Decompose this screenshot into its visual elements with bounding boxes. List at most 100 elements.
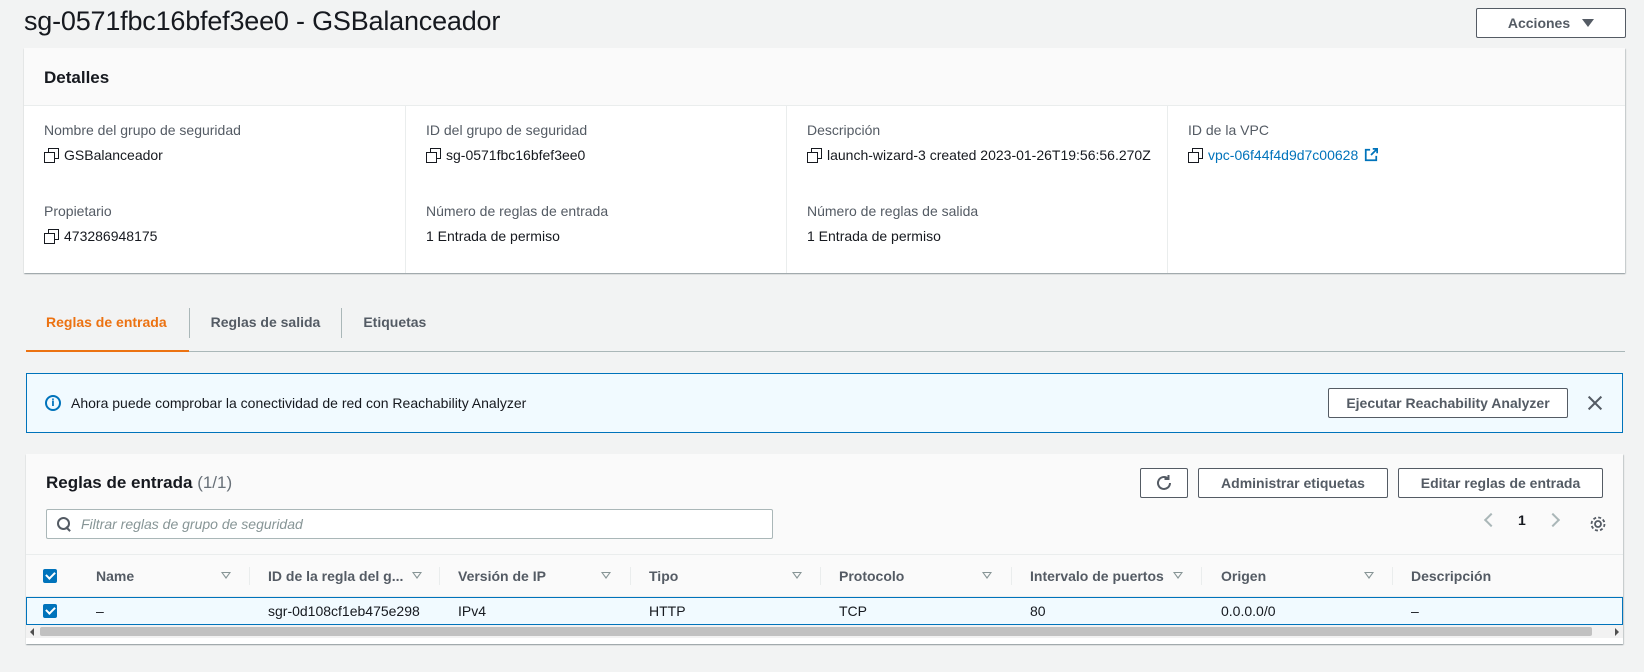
field-sg-id: ID del grupo de seguridad sg-0571fbc16bf… (426, 122, 587, 163)
actions-label: Acciones (1507, 15, 1571, 31)
sort-icon[interactable] (982, 572, 992, 579)
sort-icon[interactable] (412, 572, 422, 579)
sort-icon[interactable] (792, 572, 802, 579)
run-reachability-analyzer-button[interactable]: Ejecutar Reachability Analyzer (1328, 388, 1568, 418)
field-value: 1 Entrada de permiso (807, 228, 941, 244)
select-all-checkbox[interactable] (43, 569, 57, 583)
copy-icon[interactable] (1188, 148, 1203, 163)
sort-icon[interactable] (1364, 572, 1374, 579)
column-header-protocol[interactable]: Protocolo (839, 555, 979, 597)
refresh-button[interactable] (1140, 468, 1188, 498)
scroll-left-icon[interactable] (30, 628, 34, 636)
row-checkbox[interactable] (43, 604, 57, 618)
external-link-icon[interactable] (1364, 148, 1379, 162)
column-header-ip-version[interactable]: Versión de IP (458, 555, 598, 597)
pagination: 1 (1483, 512, 1560, 528)
field-label: Número de reglas de entrada (426, 203, 609, 219)
details-column-1: Nombre del grupo de seguridad GSBalancea… (24, 106, 424, 273)
field-label: Nombre del grupo de seguridad (44, 122, 241, 138)
field-owner: Propietario 473286948175 (44, 203, 157, 244)
field-inbound-count: Número de reglas de entrada 1 Entrada de… (426, 203, 608, 244)
vpc-link[interactable]: vpc-06f44f4d9d7c00628 (1208, 147, 1358, 163)
page-number[interactable]: 1 (1518, 512, 1526, 528)
column-divider (439, 567, 440, 585)
details-grid: Nombre del grupo de seguridad GSBalancea… (24, 106, 1625, 273)
caret-down-icon (1582, 19, 1595, 27)
edit-inbound-rules-button[interactable]: Editar reglas de entrada (1398, 468, 1603, 498)
tab-tags[interactable]: Etiquetas (342, 306, 447, 352)
close-icon[interactable] (1586, 394, 1604, 412)
field-label: Descripción (807, 122, 881, 138)
manage-tags-button[interactable]: Administrar etiquetas (1198, 468, 1388, 498)
cell-rule-id: sgr-0d108cf1eb475e298 (268, 603, 420, 619)
info-alert: i Ahora puede comprobar la conectividad … (26, 373, 1623, 433)
field-label: ID del grupo de seguridad (426, 122, 588, 138)
page-title: sg-0571fbc16bfef3ee0 - GSBalanceador (24, 6, 501, 36)
field-label: Número de reglas de salida (807, 203, 979, 219)
rules-title-text: Reglas de entrada (46, 473, 193, 492)
field-sg-name: Nombre del grupo de seguridad GSBalancea… (44, 122, 241, 163)
field-description: Descripción launch-wizard-3 created 2023… (807, 122, 1151, 163)
tab-inbound-rules[interactable]: Reglas de entrada (26, 306, 189, 352)
field-label: ID de la VPC (1188, 122, 1269, 138)
alert-text: Ahora puede comprobar la conectividad de… (71, 395, 527, 411)
copy-icon[interactable] (807, 148, 822, 163)
cell-description: – (1411, 603, 1419, 619)
field-value: 473286948175 (64, 228, 158, 244)
search-icon (57, 517, 71, 531)
field-value: 1 Entrada de permiso (426, 228, 560, 244)
column-divider (1011, 567, 1012, 585)
field-outbound-count: Número de reglas de salida 1 Entrada de … (807, 203, 978, 244)
gear-icon[interactable] (1589, 515, 1607, 533)
field-value: launch-wizard-3 created 2023-01-26T19:56… (827, 147, 1151, 163)
column-divider (249, 567, 250, 585)
tab-outbound-rules[interactable]: Reglas de salida (190, 306, 342, 352)
column-divider (630, 567, 631, 585)
copy-icon[interactable] (426, 148, 441, 163)
rules-title: Reglas de entrada (1/1) (46, 473, 232, 493)
actions-dropdown-button[interactable]: Acciones (1476, 8, 1626, 38)
details-column-4: ID de la VPC vpc-06f44f4d9d7c00628 (1167, 106, 1587, 273)
horizontal-scrollbar[interactable] (26, 625, 1623, 638)
column-header-source[interactable]: Origen (1221, 555, 1361, 597)
search-input[interactable] (81, 516, 731, 532)
field-value: GSBalanceador (64, 147, 163, 163)
details-column-3: Descripción launch-wizard-3 created 2023… (786, 106, 1186, 273)
rules-count: (1/1) (197, 473, 233, 492)
cell-ip-version: IPv4 (458, 603, 487, 619)
field-vpc-id: ID de la VPC vpc-06f44f4d9d7c00628 (1188, 122, 1379, 163)
column-divider (820, 567, 821, 585)
chevron-left-icon[interactable] (1483, 512, 1499, 528)
cell-name: – (96, 603, 104, 619)
column-divider (1392, 567, 1393, 585)
table-header: Name ID de la regla del g... Versión de … (26, 554, 1623, 597)
copy-icon[interactable] (44, 148, 59, 163)
sort-icon[interactable] (601, 572, 611, 579)
details-panel: Detalles Nombre del grupo de seguridad G… (24, 48, 1625, 273)
sort-icon[interactable] (1173, 572, 1183, 579)
inbound-rules-panel: Reglas de entrada (1/1) Administrar etiq… (26, 454, 1623, 644)
column-header-rule-id[interactable]: ID de la regla del g... (268, 555, 408, 597)
column-header-description[interactable]: Descripción (1411, 555, 1551, 597)
refresh-icon (1157, 475, 1171, 490)
scrollbar-thumb[interactable] (40, 627, 1592, 636)
cell-port-range: 80 (1030, 603, 1046, 619)
cell-protocol: TCP (839, 603, 867, 619)
sort-icon[interactable] (221, 572, 231, 579)
scroll-right-icon[interactable] (1615, 628, 1619, 636)
column-divider (1201, 567, 1202, 585)
table-row[interactable]: – sgr-0d108cf1eb475e298 IPv4 HTTP TCP 80… (26, 597, 1623, 625)
copy-icon[interactable] (44, 229, 59, 244)
cell-type: HTTP (649, 603, 686, 619)
tabs: Reglas de entrada Reglas de salida Etiqu… (26, 306, 1625, 352)
cell-source: 0.0.0.0/0 (1221, 603, 1276, 619)
rules-header: Reglas de entrada (1/1) Administrar etiq… (26, 454, 1623, 554)
filter-search (46, 509, 773, 539)
details-header: Detalles (24, 48, 1625, 106)
column-header-port-range[interactable]: Intervalo de puertos (1030, 555, 1170, 597)
rules-table: Name ID de la regla del g... Versión de … (26, 554, 1623, 625)
field-value: sg-0571fbc16bfef3ee0 (446, 147, 586, 163)
column-header-type[interactable]: Tipo (649, 555, 789, 597)
info-icon: i (45, 395, 61, 411)
chevron-right-icon[interactable] (1545, 512, 1560, 528)
